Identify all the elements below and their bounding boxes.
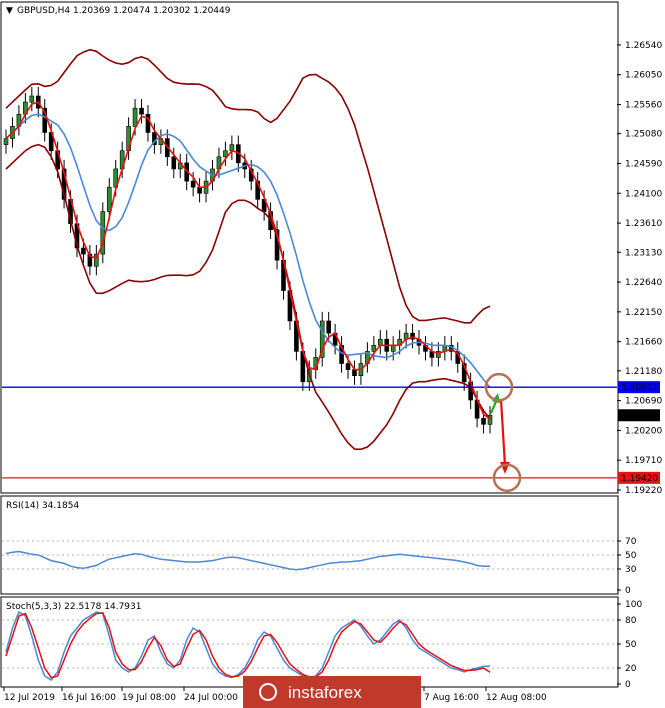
y-tick-label: 1.26540: [625, 41, 662, 51]
candle-body: [106, 186, 112, 212]
chart-canvas: 1.26540 1.26050 1.25560 1.25080 1.24590 1.241…: [0, 1, 662, 708]
indicator-tick-label: 50: [625, 640, 637, 650]
candle-body: [345, 363, 351, 370]
candle-body: [3, 138, 9, 145]
x-tick-label: 16 Jul 16:00: [62, 693, 116, 703]
y-tick-label: 1.19710: [625, 456, 662, 466]
indicator-tick-label: 0: [625, 680, 631, 690]
indicator-tick-label: 70: [625, 537, 637, 547]
bollinger-upper: [5, 48, 491, 324]
x-tick-label: 24 Jul 00:00: [184, 693, 238, 703]
candle-body: [352, 369, 357, 376]
indicator-tick-label: 0: [625, 586, 631, 596]
y-tick-label: 1.20690: [625, 397, 662, 407]
candle-body: [229, 144, 235, 152]
candle-body: [481, 417, 486, 425]
indicator-tick-label: 80: [625, 616, 637, 626]
y-tick-label: 1.24100: [625, 189, 662, 199]
red-arrow-shaft: [499, 399, 507, 466]
indicator-tick-label: 30: [625, 565, 637, 575]
main-plot: [2, 48, 617, 493]
x-tick-label: 19 Jul 08:00: [122, 693, 176, 703]
level-price-label: 1.20911: [621, 383, 658, 393]
y-tick-label: 1.24590: [625, 159, 662, 169]
y-tick-label: 1.21180: [625, 367, 662, 377]
rsi-label: RSI(14) 34.1854: [6, 501, 79, 511]
price-axis: 1.26540 1.26050 1.25560 1.25080 1.24590 1.241…: [617, 41, 662, 496]
level-price-label: 1.19420: [621, 474, 658, 484]
indicator-tick-label: 50: [625, 551, 637, 561]
y-tick-label: 1.26050: [625, 71, 662, 81]
indicator-tick-label: 100: [625, 600, 642, 610]
y-tick-label: 1.23130: [625, 248, 662, 258]
candle-body: [132, 107, 138, 127]
rsi-plot: 70 50 30 0: [2, 537, 637, 596]
current-price-label: 1.20449: [621, 411, 658, 421]
y-tick-label: 1.22640: [625, 278, 662, 288]
chart-title-marker: ▼: [6, 6, 13, 16]
candle-body: [139, 107, 144, 115]
chart-title: GBPUSD,H4 1.20369 1.20474 1.20302 1.2044…: [17, 6, 231, 16]
candle-body: [81, 247, 86, 255]
y-tick-label: 1.22150: [625, 308, 662, 318]
bollinger-lower: [5, 143, 491, 451]
indicator-tick-label: 20: [625, 664, 637, 674]
candle-body: [145, 113, 151, 133]
y-tick-label: 1.19220: [625, 486, 662, 496]
y-tick-label: 1.23610: [625, 219, 662, 229]
ma-fast: [5, 101, 491, 420]
stoch-k-line: [5, 610, 491, 681]
candle-body: [190, 180, 196, 188]
stoch-label: Stoch(5,3,3) 22.5178 14.7931: [6, 602, 141, 612]
rsi-line: [5, 550, 491, 571]
candle-body: [171, 156, 177, 170]
red-arrow-head: [500, 461, 510, 474]
candle-body: [29, 95, 35, 103]
x-tick-label: 12 Aug 08:00: [486, 693, 547, 703]
candle-body: [326, 320, 331, 334]
x-tick-label: 12 Jul 2019: [4, 693, 55, 703]
watermark-text: instaforex: [288, 683, 362, 702]
candle-body: [377, 338, 383, 346]
x-tick-label: 7 Aug 16:00: [424, 693, 479, 703]
rsi-panel-frame: [0, 495, 619, 595]
y-tick-label: 1.21660: [625, 338, 662, 348]
y-tick-label: 1.20200: [625, 426, 662, 436]
candle-body: [390, 344, 396, 352]
y-tick-label: 1.25080: [625, 130, 662, 140]
y-tick-label: 1.25560: [625, 101, 662, 111]
candle-body: [197, 186, 202, 194]
